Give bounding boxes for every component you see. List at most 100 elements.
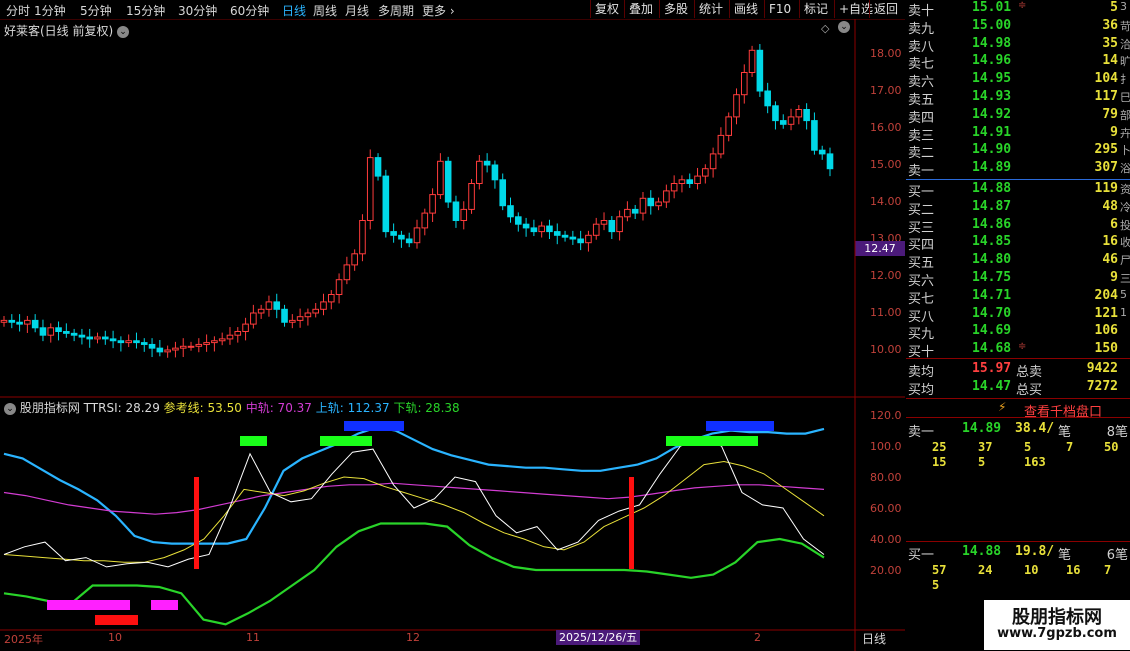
sell-level-row[interactable]: 卖四 14.92 79 部 — [906, 106, 1130, 126]
f10-button[interactable]: F10 — [764, 0, 795, 18]
buy-level-row[interactable]: 买四 14.85 16 收 — [906, 234, 1130, 253]
candle-body — [102, 336, 109, 340]
buy-level-row[interactable]: 买五 14.80 46 尸 — [906, 252, 1130, 272]
level-price: 15.00 — [972, 17, 1012, 33]
side-text: 尸 — [1120, 254, 1130, 268]
candle-body — [468, 183, 475, 210]
candle-body — [335, 279, 343, 296]
level-mark: ≑ — [1018, 0, 1027, 11]
period-tab-weekly[interactable]: 周线 — [313, 2, 337, 19]
period-tab-1min[interactable]: 1分钟 — [34, 2, 66, 19]
candle-body — [530, 227, 538, 233]
statistics-button[interactable]: 统计 — [694, 0, 727, 18]
sell-level-row[interactable]: 卖八 14.98 35 洽 — [906, 35, 1130, 55]
indicator-dropdown-icon[interactable]: ⌄ — [4, 402, 16, 415]
sell-level-row[interactable]: 卖二 14.90 295 卜 — [906, 142, 1130, 161]
candle-body — [686, 179, 694, 185]
side-text: 3 — [1120, 0, 1127, 13]
level-volume: 46 — [1102, 252, 1118, 268]
back-button[interactable]: 返回 — [869, 0, 902, 18]
queue-order-size: 7 — [1066, 440, 1074, 454]
buy-level-row[interactable]: 买七 14.71 204 5 — [906, 287, 1130, 307]
candle-body — [226, 334, 234, 340]
buy-level-row[interactable]: 买十 14.68 ≑ 150 — [906, 341, 1130, 360]
level-price: 15.01 — [972, 0, 1012, 15]
draw-line-button[interactable]: 画线 — [729, 0, 762, 18]
candle-body — [546, 225, 553, 233]
candle-body — [78, 334, 86, 338]
candle-body — [8, 319, 16, 323]
queue-order-size: 37 — [978, 440, 993, 454]
candle-body — [140, 342, 148, 345]
level-volume: 106 — [1094, 323, 1118, 339]
candle-body — [522, 223, 530, 229]
fuquan-button[interactable]: 复权 — [590, 0, 623, 18]
level-price: 14.68 — [972, 341, 1012, 357]
period-tab-monthly[interactable]: 月线 — [345, 2, 369, 19]
period-toolbar: 分时 1分钟 5分钟 15分钟 30分钟 60分钟 日线 周线 月线 多周期 更… — [0, 0, 905, 20]
period-tab-5min[interactable]: 5分钟 — [80, 2, 112, 19]
candle-body — [125, 340, 132, 344]
queue-order-size: 5 — [978, 455, 986, 469]
buy-level-row[interactable]: 买三 14.86 6 投 — [906, 217, 1130, 236]
period-tab-30min[interactable]: 30分钟 — [178, 2, 217, 19]
candle-body — [16, 321, 23, 325]
mark-button[interactable]: 标记 — [799, 0, 832, 18]
buy-level-row[interactable]: 买八 14.70 121 1 — [906, 305, 1130, 325]
logo-url: www.7gpzb.com — [997, 626, 1117, 641]
candle-body — [483, 160, 491, 166]
level-volume: 121 — [1094, 305, 1118, 321]
side-text: 扌 — [1120, 73, 1130, 87]
candle-body — [507, 205, 514, 218]
period-tab-more[interactable]: 更多 › — [422, 2, 455, 19]
candle-body — [86, 336, 94, 340]
candle-body — [444, 160, 452, 203]
indicator-group — [3, 421, 825, 626]
candle-body — [655, 201, 662, 207]
buy-level-row[interactable]: 买一 14.88 119 资 — [906, 181, 1130, 200]
candlestick-chart — [0, 19, 905, 651]
queue-order-size: 15 — [932, 455, 947, 469]
period-tab-fenshi[interactable]: 分时 — [6, 2, 30, 19]
sell-level-row[interactable]: 卖六 14.95 104 扌 — [906, 71, 1130, 90]
candle-body — [0, 319, 8, 323]
sell-level-row[interactable]: 卖七 14.96 14 旷 — [906, 53, 1130, 72]
mid-track-line — [3, 482, 825, 515]
sell-level-row[interactable]: 卖九 15.00 36 苛 — [906, 17, 1130, 37]
side-text: 1 — [1120, 305, 1127, 319]
sell-level-row[interactable]: 卖一 14.89 307 浴 — [906, 160, 1130, 179]
candle-body — [663, 190, 670, 203]
level-label: 买六 — [908, 274, 935, 289]
date-label: 12 — [406, 631, 420, 644]
candle-body — [740, 72, 748, 96]
period-tab-daily[interactable]: 日线 — [282, 2, 306, 19]
level-price: 14.89 — [972, 160, 1012, 176]
sell-level-row[interactable]: 卖五 14.93 117 巳 — [906, 89, 1130, 108]
level-label: 买五 — [908, 256, 935, 272]
candle-body — [218, 338, 226, 342]
buy-level-row[interactable]: 买九 14.69 106 — [906, 323, 1130, 342]
lightning-icon: ⚡ — [998, 400, 1007, 414]
level-volume: 48 — [1102, 198, 1118, 214]
level-price: 14.98 — [972, 35, 1012, 51]
buy-level-row[interactable]: 买二 14.87 48 冷 — [906, 198, 1130, 218]
period-tab-15min[interactable]: 15分钟 — [126, 2, 165, 19]
candle-body — [234, 331, 242, 336]
candle-body — [592, 223, 600, 236]
period-tab-60min[interactable]: 60分钟 — [230, 2, 269, 19]
ttrsi-value: TTRSI: 28.29 — [83, 401, 160, 415]
buy-level-row[interactable]: 买六 14.75 9 三 — [906, 270, 1130, 289]
queue-order-size: 25 — [932, 440, 947, 454]
level-volume: 9 — [1110, 124, 1118, 140]
sell-level-row[interactable]: 卖十 15.01 ≑ 5 3 — [906, 0, 1130, 19]
candle-body — [748, 49, 756, 73]
level-volume: 79 — [1102, 106, 1118, 122]
period-tab-multi[interactable]: 多周期 — [378, 2, 414, 19]
level-volume: 35 — [1102, 35, 1118, 51]
candle-body — [257, 308, 265, 314]
side-text: 浴 — [1120, 162, 1130, 176]
overlay-button[interactable]: 叠加 — [624, 0, 657, 18]
level-volume: 204 — [1094, 287, 1118, 303]
sell-level-row[interactable]: 卖三 14.91 9 卉 — [906, 124, 1130, 144]
multi-stock-button[interactable]: 多股 — [659, 0, 692, 18]
